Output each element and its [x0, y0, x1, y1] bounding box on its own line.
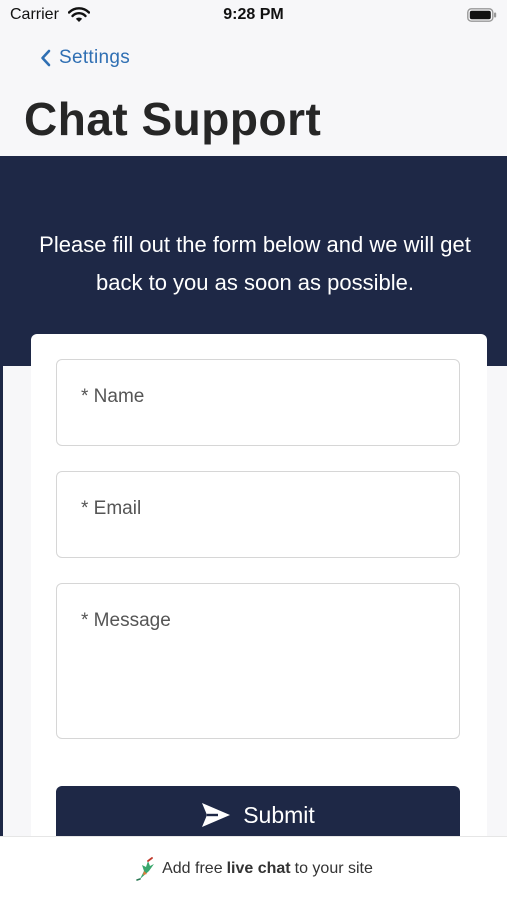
name-field[interactable]: * Name: [56, 359, 460, 446]
contact-form: * Name * Email * Message Submit: [31, 334, 487, 900]
name-placeholder: * Name: [81, 386, 145, 407]
message-placeholder: * Message: [81, 610, 171, 631]
battery-icon: [467, 7, 497, 28]
email-placeholder: * Email: [81, 498, 142, 519]
page-title: Chat Support: [24, 93, 322, 145]
live-chat-promo-link[interactable]: Add free live chat to your site: [0, 837, 507, 900]
hummingbird-logo-icon: [136, 857, 155, 881]
send-icon: [202, 803, 231, 827]
footer-bar: Add free live chat to your site: [0, 836, 507, 900]
message-field[interactable]: * Message: [56, 583, 460, 739]
chat-webview: Please fill out the form below and we wi…: [0, 156, 507, 900]
back-button[interactable]: Settings: [40, 45, 130, 71]
back-label: Settings: [59, 47, 131, 68]
chevron-left-icon: [41, 49, 51, 67]
status-bar: Carrier 9:28 PM: [0, 0, 507, 32]
footer-suffix: to your site: [294, 860, 373, 877]
email-field[interactable]: * Email: [56, 471, 460, 558]
submit-label: Submit: [243, 801, 315, 828]
footer-emphasis: live chat: [226, 860, 291, 877]
intro-text: Please fill out the form below and we wi…: [39, 232, 471, 295]
footer-prefix: Add free: [162, 860, 223, 877]
status-time: 9:28 PM: [223, 6, 284, 23]
